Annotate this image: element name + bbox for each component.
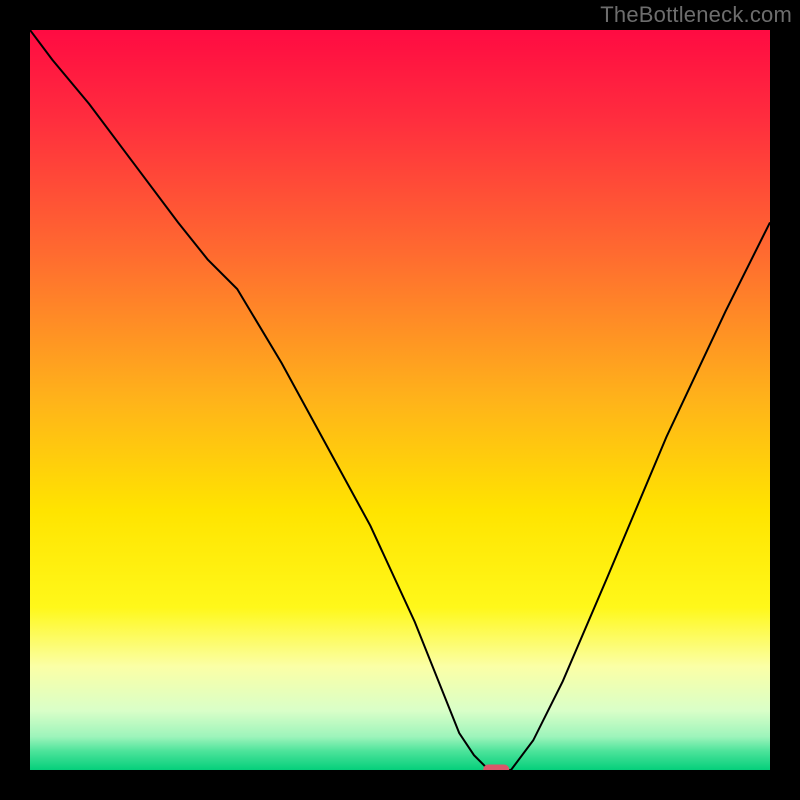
optimal-marker — [483, 765, 509, 771]
chart-container: TheBottleneck.com — [0, 0, 800, 800]
watermark-label: TheBottleneck.com — [600, 2, 792, 28]
plot-svg — [30, 30, 770, 770]
plot-area — [30, 30, 770, 770]
gradient-background — [30, 30, 770, 770]
